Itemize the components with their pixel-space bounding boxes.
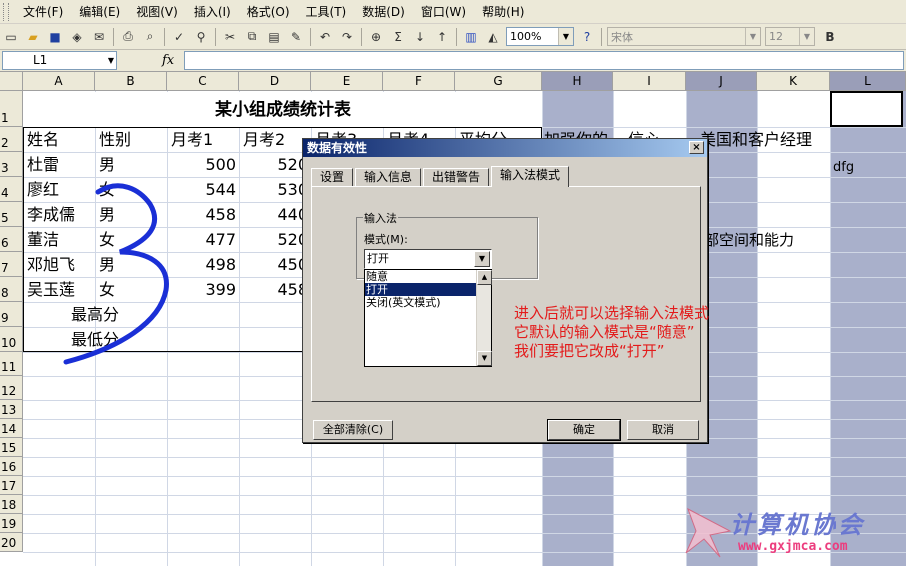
ime-group-label: 输入法	[363, 210, 398, 226]
dialog-tabs: 设置 输入信息 出错警告 输入法模式	[311, 166, 571, 187]
logo-star-shape	[685, 507, 732, 558]
chevron-down-icon[interactable]: ▼	[474, 251, 490, 267]
close-icon[interactable]: ×	[689, 141, 704, 154]
watermark-url: www.gxjmca.com	[738, 539, 848, 554]
annotation-line: 它默认的输入模式是“随意”	[514, 323, 695, 341]
tab-settings[interactable]: 设置	[311, 168, 354, 186]
option-on[interactable]: 打开	[365, 283, 476, 296]
mode-dropdown[interactable]: 打开 ▼	[364, 249, 492, 269]
mode-label: 模式(M):	[364, 233, 408, 246]
tab-error-alert[interactable]: 出错警告	[423, 168, 490, 186]
dialog-title: 数据有效性	[307, 141, 368, 155]
option-off-english[interactable]: 关闭(英文模式)	[365, 296, 491, 309]
mode-dropdown-value: 打开	[367, 252, 389, 265]
annotation-line: 我们要把它改成“打开”	[514, 342, 665, 360]
ime-mode-panel: 输入法 模式(M): 打开 ▼ 随意 打开 关闭(英文模式) ▲ ▼	[311, 186, 701, 402]
scroll-down-icon[interactable]: ▼	[477, 351, 492, 366]
cancel-button[interactable]: 取消	[627, 420, 699, 440]
watermark-name: 计算机协会	[730, 511, 865, 539]
annotation-line: 进入后就可以选择输入法模式	[514, 304, 710, 322]
ok-button[interactable]: 确定	[547, 419, 621, 441]
option-any[interactable]: 随意	[365, 270, 491, 283]
tab-ime-mode[interactable]: 输入法模式	[491, 166, 570, 187]
pen-stroke-path	[63, 183, 169, 365]
dialog-title-bar: 数据有效性 ×	[303, 139, 707, 157]
scroll-up-icon[interactable]: ▲	[477, 270, 492, 285]
clear-all-button[interactable]: 全部清除(C)	[313, 420, 393, 440]
tutorial-annotation: 进入后就可以选择输入法模式 它默认的输入模式是“随意” 我们要把它改成“打开”	[514, 304, 709, 361]
mode-options-list: 随意 打开 关闭(英文模式) ▲ ▼	[364, 269, 492, 367]
data-validation-dialog: 数据有效性 × 设置 输入信息 出错警告 输入法模式 输入法 模式(M): 打开…	[302, 138, 708, 443]
list-scrollbar[interactable]: ▲ ▼	[476, 270, 492, 366]
watermark: 计算机协会 www.gxjmca.com	[680, 503, 900, 563]
tab-input-message[interactable]: 输入信息	[355, 168, 422, 186]
